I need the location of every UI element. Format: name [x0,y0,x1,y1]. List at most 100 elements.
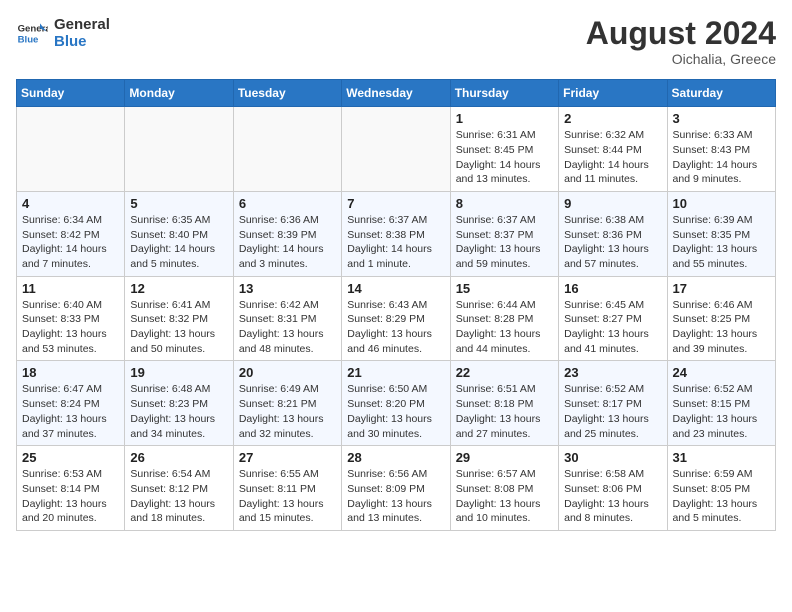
calendar-header-row: SundayMondayTuesdayWednesdayThursdayFrid… [17,80,776,107]
day-number: 10 [673,196,770,211]
header-saturday: Saturday [667,80,775,107]
day-info: Sunrise: 6:35 AM Sunset: 8:40 PM Dayligh… [130,213,227,272]
day-cell: 12 Sunrise: 6:41 AM Sunset: 8:32 PM Dayli… [125,276,233,361]
day-info: Sunrise: 6:40 AM Sunset: 8:33 PM Dayligh… [22,298,119,357]
day-cell: 31 Sunrise: 6:59 AM Sunset: 8:05 PM Dayli… [667,446,775,531]
day-info: Sunrise: 6:43 AM Sunset: 8:29 PM Dayligh… [347,298,444,357]
day-number: 18 [22,365,119,380]
day-number: 1 [456,111,553,126]
day-info: Sunrise: 6:34 AM Sunset: 8:42 PM Dayligh… [22,213,119,272]
day-cell: 23 Sunrise: 6:52 AM Sunset: 8:17 PM Dayli… [559,361,667,446]
day-number: 12 [130,281,227,296]
day-number: 14 [347,281,444,296]
day-number: 2 [564,111,661,126]
day-info: Sunrise: 6:51 AM Sunset: 8:18 PM Dayligh… [456,382,553,441]
day-number: 23 [564,365,661,380]
day-cell: 11 Sunrise: 6:40 AM Sunset: 8:33 PM Dayli… [17,276,125,361]
day-cell: 16Sunrise: 6:45 AM Sunset: 8:27 PM Dayli… [559,276,667,361]
day-number: 26 [130,450,227,465]
header-tuesday: Tuesday [233,80,341,107]
day-info: Sunrise: 6:58 AM Sunset: 8:06 PM Dayligh… [564,467,661,526]
day-info: Sunrise: 6:54 AM Sunset: 8:12 PM Dayligh… [130,467,227,526]
week-row-3: 11 Sunrise: 6:40 AM Sunset: 8:33 PM Dayli… [17,276,776,361]
day-info: Sunrise: 6:31 AM Sunset: 8:45 PM Dayligh… [456,128,553,187]
week-row-1: 1 Sunrise: 6:31 AM Sunset: 8:45 PM Daylig… [17,107,776,192]
day-info: Sunrise: 6:59 AM Sunset: 8:05 PM Dayligh… [673,467,770,526]
day-info: Sunrise: 6:47 AM Sunset: 8:24 PM Dayligh… [22,382,119,441]
day-number: 7 [347,196,444,211]
day-number: 25 [22,450,119,465]
week-row-2: 4 Sunrise: 6:34 AM Sunset: 8:42 PM Daylig… [17,191,776,276]
day-cell [125,107,233,192]
day-number: 22 [456,365,553,380]
day-cell: 3 Sunrise: 6:33 AM Sunset: 8:43 PM Daylig… [667,107,775,192]
day-cell: 7Sunrise: 6:37 AM Sunset: 8:38 PM Daylig… [342,191,450,276]
day-info: Sunrise: 6:32 AM Sunset: 8:44 PM Dayligh… [564,128,661,187]
day-number: 3 [673,111,770,126]
week-row-5: 25 Sunrise: 6:53 AM Sunset: 8:14 PM Dayli… [17,446,776,531]
logo-blue: Blue [54,33,110,50]
day-cell: 28Sunrise: 6:56 AM Sunset: 8:09 PM Dayli… [342,446,450,531]
day-cell [233,107,341,192]
day-cell: 26 Sunrise: 6:54 AM Sunset: 8:12 PM Dayli… [125,446,233,531]
day-cell: 24 Sunrise: 6:52 AM Sunset: 8:15 PM Dayli… [667,361,775,446]
day-info: Sunrise: 6:50 AM Sunset: 8:20 PM Dayligh… [347,382,444,441]
day-number: 11 [22,281,119,296]
day-cell: 5 Sunrise: 6:35 AM Sunset: 8:40 PM Daylig… [125,191,233,276]
day-info: Sunrise: 6:53 AM Sunset: 8:14 PM Dayligh… [22,467,119,526]
day-number: 29 [456,450,553,465]
day-cell: 13Sunrise: 6:42 AM Sunset: 8:31 PM Dayli… [233,276,341,361]
day-number: 24 [673,365,770,380]
page-header: General Blue General Blue August 2024 Oi… [16,16,776,67]
header-sunday: Sunday [17,80,125,107]
day-cell: 20 Sunrise: 6:49 AM Sunset: 8:21 PM Dayli… [233,361,341,446]
day-cell: 14 Sunrise: 6:43 AM Sunset: 8:29 PM Dayli… [342,276,450,361]
day-cell: 4 Sunrise: 6:34 AM Sunset: 8:42 PM Daylig… [17,191,125,276]
day-info: Sunrise: 6:46 AM Sunset: 8:25 PM Dayligh… [673,298,770,357]
day-number: 17 [673,281,770,296]
day-info: Sunrise: 6:52 AM Sunset: 8:17 PM Dayligh… [564,382,661,441]
day-cell: 6Sunrise: 6:36 AM Sunset: 8:39 PM Daylig… [233,191,341,276]
day-info: Sunrise: 6:55 AM Sunset: 8:11 PM Dayligh… [239,467,336,526]
day-number: 31 [673,450,770,465]
day-number: 4 [22,196,119,211]
day-info: Sunrise: 6:37 AM Sunset: 8:37 PM Dayligh… [456,213,553,272]
header-friday: Friday [559,80,667,107]
day-number: 19 [130,365,227,380]
day-cell: 17 Sunrise: 6:46 AM Sunset: 8:25 PM Dayli… [667,276,775,361]
day-info: Sunrise: 6:33 AM Sunset: 8:43 PM Dayligh… [673,128,770,187]
header-monday: Monday [125,80,233,107]
day-info: Sunrise: 6:38 AM Sunset: 8:36 PM Dayligh… [564,213,661,272]
day-number: 15 [456,281,553,296]
day-info: Sunrise: 6:57 AM Sunset: 8:08 PM Dayligh… [456,467,553,526]
month-title: August 2024 [586,16,776,51]
day-number: 5 [130,196,227,211]
header-thursday: Thursday [450,80,558,107]
day-cell: 8Sunrise: 6:37 AM Sunset: 8:37 PM Daylig… [450,191,558,276]
day-info: Sunrise: 6:39 AM Sunset: 8:35 PM Dayligh… [673,213,770,272]
day-number: 21 [347,365,444,380]
day-info: Sunrise: 6:44 AM Sunset: 8:28 PM Dayligh… [456,298,553,357]
day-cell: 1 Sunrise: 6:31 AM Sunset: 8:45 PM Daylig… [450,107,558,192]
day-info: Sunrise: 6:52 AM Sunset: 8:15 PM Dayligh… [673,382,770,441]
day-cell [342,107,450,192]
day-number: 20 [239,365,336,380]
location-subtitle: Oichalia, Greece [586,51,776,67]
day-info: Sunrise: 6:36 AM Sunset: 8:39 PM Dayligh… [239,213,336,272]
day-number: 9 [564,196,661,211]
logo-icon: General Blue [16,17,48,49]
logo: General Blue General Blue [16,16,110,50]
day-info: Sunrise: 6:49 AM Sunset: 8:21 PM Dayligh… [239,382,336,441]
day-info: Sunrise: 6:56 AM Sunset: 8:09 PM Dayligh… [347,467,444,526]
svg-text:Blue: Blue [18,35,39,46]
day-info: Sunrise: 6:48 AM Sunset: 8:23 PM Dayligh… [130,382,227,441]
day-number: 27 [239,450,336,465]
day-cell: 9 Sunrise: 6:38 AM Sunset: 8:36 PM Daylig… [559,191,667,276]
day-info: Sunrise: 6:41 AM Sunset: 8:32 PM Dayligh… [130,298,227,357]
day-cell: 25 Sunrise: 6:53 AM Sunset: 8:14 PM Dayli… [17,446,125,531]
day-cell [17,107,125,192]
calendar-table: SundayMondayTuesdayWednesdayThursdayFrid… [16,79,776,531]
day-number: 30 [564,450,661,465]
day-number: 13 [239,281,336,296]
day-cell: 15 Sunrise: 6:44 AM Sunset: 8:28 PM Dayli… [450,276,558,361]
